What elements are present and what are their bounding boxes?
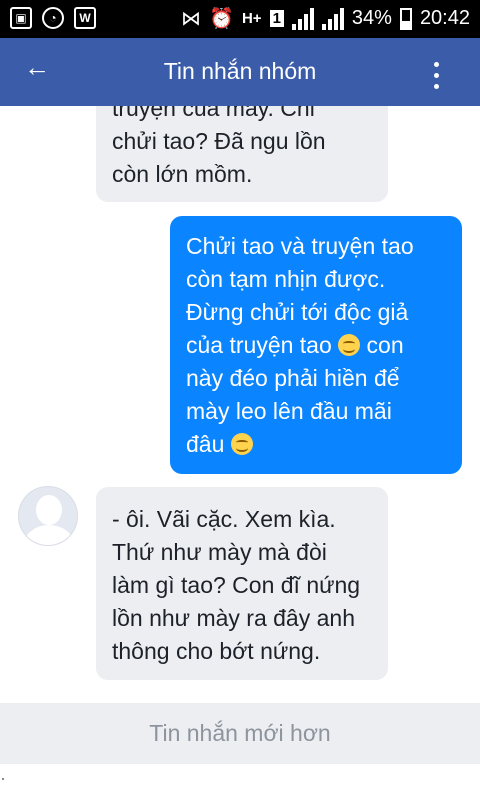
signal-2-icon: [321, 7, 344, 30]
divider: [2, 778, 4, 780]
more-options-icon[interactable]: [434, 62, 440, 90]
alarm-icon: ⏰: [209, 8, 234, 30]
message-line: truyện của mày. Chỉ: [112, 106, 315, 121]
message-line: Đừng chửi tới độc giả: [186, 299, 409, 325]
message-line: - ôi. Vãi cặc. Xem kìa.: [112, 506, 336, 532]
battery-percent: 34%: [351, 7, 392, 29]
gallery-icon: ▣: [10, 7, 32, 29]
w-app-icon: W: [74, 7, 96, 29]
clock: 20:42: [419, 7, 470, 29]
message-line: thông cho bớt nứng.: [112, 638, 321, 664]
notification-icons: ▣ ◔ W: [10, 7, 96, 29]
avatar[interactable]: [18, 486, 78, 546]
message-line-with-emoji: của truyện tao con: [186, 329, 446, 362]
message-line-text: đâu: [186, 431, 225, 457]
system-icons: ⋈ ⏰ H+ 1 34% 20:42: [181, 6, 470, 31]
app-bar: ← Tin nhắn nhóm: [0, 38, 480, 106]
message-line: mày leo lên đầu mãi: [186, 398, 392, 424]
message-line: chửi tao? Đã ngu lồn: [112, 128, 326, 154]
smiling-face-emoji-icon: [338, 334, 361, 356]
message-line: Thứ như mày mà đòi: [112, 539, 327, 565]
mute-icon: ⋈: [181, 8, 202, 30]
avatar-head-shape: [36, 495, 62, 525]
message-line: còn lớn mồm.: [112, 161, 253, 187]
battery-icon: [399, 7, 412, 30]
page-title: Tin nhắn nhóm: [163, 58, 317, 84]
message-line-text: con: [360, 332, 404, 358]
message-bubble-outgoing[interactable]: Chửi tao và truyện tao còn tạm nhịn được…: [170, 216, 462, 474]
network-type: H+: [241, 10, 262, 27]
sim-indicator: 1: [269, 10, 284, 27]
avatar-body-shape: [24, 525, 74, 545]
smiling-face-emoji-icon: [230, 433, 253, 455]
message-line: Chửi tao và truyện tao: [186, 233, 414, 259]
signal-icon: [291, 7, 314, 30]
message-bubble-incoming[interactable]: - ôi. Vãi cặc. Xem kìa. Thứ như mày mà đ…: [96, 487, 388, 680]
message-line: làm gì tao? Con đĩ nứng: [112, 572, 361, 598]
message-line-with-emoji: đâu: [186, 428, 446, 461]
message-list[interactable]: truyện của mày. Chỉ chửi tao? Đã ngu lồn…: [0, 106, 480, 702]
message-line: còn tạm nhịn được.: [186, 266, 386, 292]
message-line-text: của truyện tao: [186, 332, 332, 358]
messenger-icon: ◔: [42, 7, 64, 29]
newer-messages-button[interactable]: Tin nhắn mới hơn: [0, 703, 480, 764]
status-bar: ▣ ◔ W ⋈ ⏰ H+ 1 34% 20:42: [0, 0, 480, 38]
message-line: lồn như mày ra đây anh: [112, 605, 355, 631]
message-line: này đéo phải hiền để: [186, 365, 400, 391]
message-bubble-incoming[interactable]: truyện của mày. Chỉ chửi tao? Đã ngu lồn…: [96, 106, 388, 202]
